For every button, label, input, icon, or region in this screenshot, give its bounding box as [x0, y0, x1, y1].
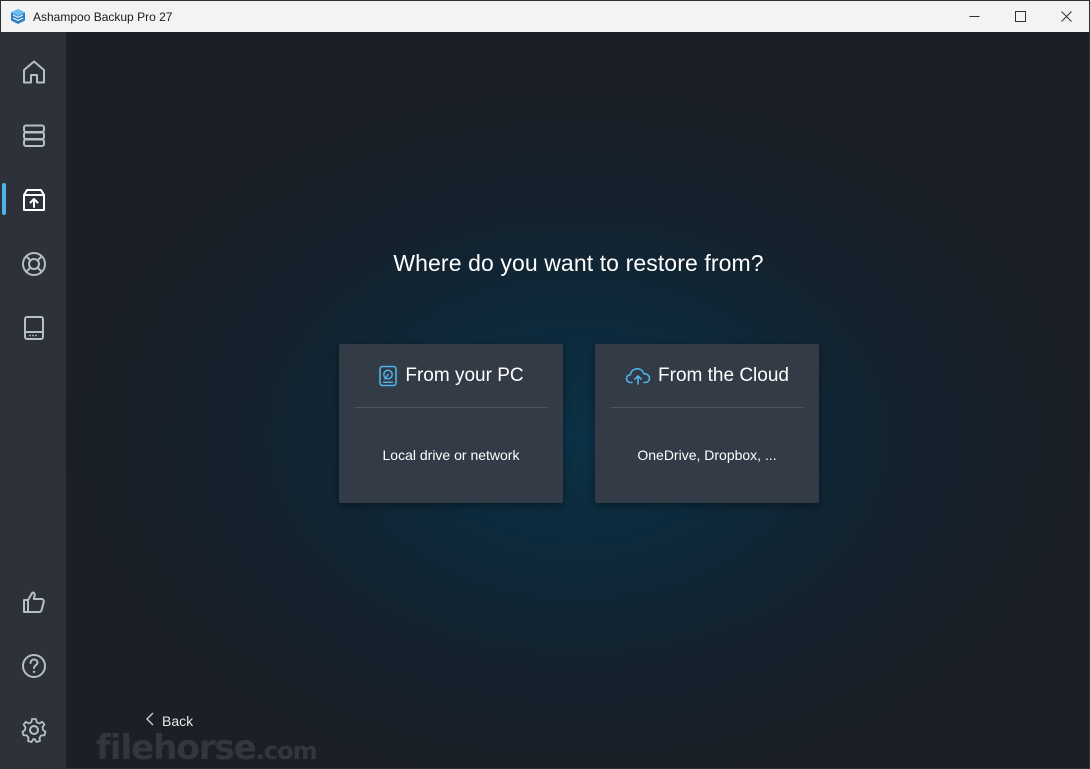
thumbs-up-icon — [22, 591, 45, 613]
hard-drive-icon — [379, 365, 398, 387]
app-window: Ashampoo Backup Pro 27 Where do you want… — [0, 0, 1090, 769]
main-content: Where do you want to restore from? From … — [66, 32, 1089, 768]
card-header: From the Cloud — [595, 363, 819, 389]
card-title: From your PC — [405, 365, 524, 386]
backup-list-icon — [22, 124, 45, 147]
minimize-icon — [969, 16, 979, 17]
maximize-icon — [1014, 11, 1026, 22]
card-subtitle: OneDrive, Dropbox, ... — [637, 447, 777, 463]
chevron-left-icon — [146, 712, 154, 729]
window-title: Ashampoo Backup Pro 27 — [33, 9, 173, 24]
window-controls — [951, 1, 1089, 32]
card-divider — [355, 407, 547, 408]
rescue-icon — [21, 252, 46, 276]
app-logo-icon — [10, 9, 26, 25]
gear-icon — [21, 718, 46, 743]
card-title: From the Cloud — [658, 365, 789, 386]
watermark-logo: filehorse.com — [96, 728, 318, 768]
sidebar-item-settings[interactable] — [1, 705, 66, 755]
restore-from-pc-card[interactable]: From your PC Local drive or network — [339, 344, 563, 503]
restore-icon — [22, 189, 45, 211]
sidebar-item-drives[interactable] — [1, 303, 66, 353]
close-button[interactable] — [1043, 1, 1089, 32]
card-divider — [611, 407, 803, 408]
sidebar-item-help[interactable] — [1, 641, 66, 691]
sidebar-item-restore[interactable] — [1, 175, 66, 225]
close-icon — [1060, 11, 1072, 22]
maximize-button[interactable] — [997, 1, 1043, 32]
card-header: From your PC — [339, 363, 563, 389]
sidebar-item-feedback[interactable] — [1, 577, 66, 627]
home-icon — [22, 60, 45, 84]
watermark-suffix: .com — [255, 737, 318, 765]
sidebar-item-backup-plans[interactable] — [1, 111, 66, 161]
sidebar-item-home[interactable] — [1, 47, 66, 97]
back-button[interactable]: Back — [146, 712, 193, 729]
sidebar-item-rescue[interactable] — [1, 239, 66, 289]
title-bar: Ashampoo Backup Pro 27 — [1, 1, 1089, 33]
cloud-upload-icon — [625, 368, 651, 385]
watermark-text: filehorse — [96, 728, 257, 768]
drive-icon — [23, 316, 44, 340]
help-icon — [21, 654, 46, 678]
minimize-button[interactable] — [951, 1, 997, 32]
card-subtitle: Local drive or network — [382, 447, 520, 463]
back-label: Back — [162, 712, 194, 729]
page-title: Where do you want to restore from? — [393, 250, 764, 276]
sidebar — [1, 32, 66, 768]
restore-from-cloud-card[interactable]: From the Cloud OneDrive, Dropbox, ... — [595, 344, 819, 503]
